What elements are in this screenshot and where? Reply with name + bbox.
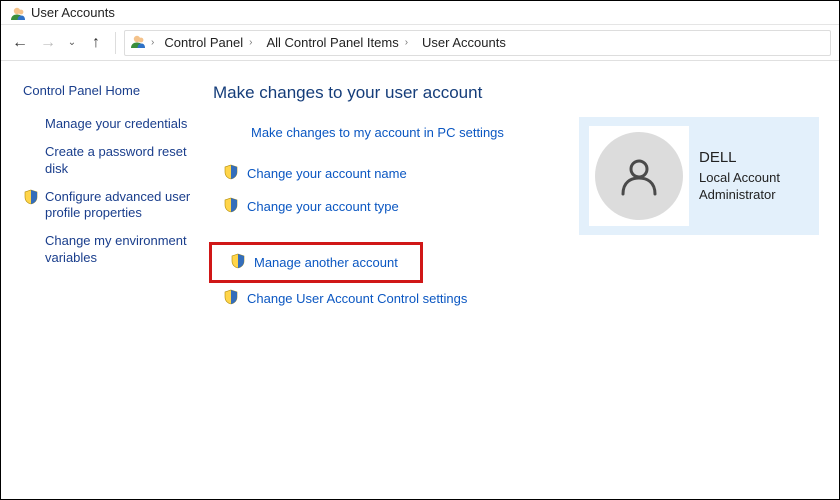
pc-settings-link[interactable]: Make changes to my account in PC setting… — [251, 125, 563, 140]
breadcrumb-label: All Control Panel Items — [266, 35, 398, 50]
shield-icon — [23, 189, 39, 205]
sidebar-item-advanced-profile[interactable]: Configure advanced user profile properti… — [23, 189, 199, 222]
nav-divider — [115, 32, 116, 54]
chevron-right-icon: › — [403, 37, 410, 48]
content-area: Control Panel Home Manage your credentia… — [1, 61, 839, 499]
user-accounts-icon — [129, 33, 145, 52]
breadcrumb-all-items[interactable]: All Control Panel Items › — [262, 35, 414, 50]
action-change-account-type[interactable]: Change your account type — [219, 195, 563, 218]
breadcrumb-label: User Accounts — [422, 35, 506, 50]
sidebar: Control Panel Home Manage your credentia… — [23, 83, 213, 489]
sidebar-item-manage-credentials[interactable]: Manage your credentials — [23, 116, 199, 132]
highlight-box: Manage another account — [209, 242, 423, 283]
user-role: Administrator — [699, 186, 780, 204]
forward-button[interactable]: → — [37, 32, 59, 54]
window-titlebar: User Accounts — [1, 1, 839, 25]
sidebar-item-label: Create a password reset disk — [45, 144, 199, 177]
breadcrumb-control-panel[interactable]: Control Panel › — [160, 35, 258, 50]
navigation-bar: ← → ⌄ ↑ › Control Panel › All Control Pa… — [1, 25, 839, 61]
shield-icon — [230, 253, 246, 272]
shield-icon — [223, 197, 239, 216]
shield-icon — [223, 289, 239, 308]
address-bar[interactable]: › Control Panel › All Control Panel Item… — [124, 30, 831, 56]
action-label: Change User Account Control settings — [247, 291, 467, 306]
back-button[interactable]: ← — [9, 32, 31, 54]
recent-locations-dropdown[interactable]: ⌄ — [65, 37, 79, 48]
window-title: User Accounts — [31, 5, 115, 20]
sidebar-item-env-variables[interactable]: Change my environment variables — [23, 233, 199, 266]
user-accounts-icon — [9, 5, 25, 21]
chevron-right-icon: › — [247, 37, 254, 48]
main-panel: Make changes to your user account Make c… — [213, 83, 829, 489]
action-change-uac-settings[interactable]: Change User Account Control settings — [219, 287, 563, 310]
action-label: Manage another account — [254, 255, 398, 270]
sidebar-item-label: Manage your credentials — [45, 116, 199, 132]
action-manage-another-account[interactable]: Manage another account — [226, 251, 412, 274]
sidebar-item-password-reset-disk[interactable]: Create a password reset disk — [23, 144, 199, 177]
action-label: Change your account name — [247, 166, 407, 181]
sidebar-item-label: Change my environment variables — [45, 233, 199, 266]
sidebar-item-label: Configure advanced user profile properti… — [45, 189, 199, 222]
up-button[interactable]: ↑ — [85, 32, 107, 54]
current-user-card: DELL Local Account Administrator — [579, 117, 819, 235]
breadcrumb-label: Control Panel — [164, 35, 243, 50]
user-name: DELL — [699, 148, 780, 168]
action-label: Change your account type — [247, 199, 399, 214]
shield-icon — [223, 164, 239, 183]
avatar — [595, 132, 683, 220]
breadcrumb-user-accounts[interactable]: User Accounts — [418, 35, 510, 50]
page-title: Make changes to your user account — [213, 83, 563, 103]
sidebar-heading[interactable]: Control Panel Home — [23, 83, 199, 98]
avatar-icon — [617, 154, 661, 198]
user-info: DELL Local Account Administrator — [699, 148, 780, 203]
action-change-account-name[interactable]: Change your account name — [219, 162, 563, 185]
avatar-wrap — [589, 126, 689, 226]
user-account-type: Local Account — [699, 169, 780, 187]
chevron-right-icon: › — [149, 37, 156, 48]
